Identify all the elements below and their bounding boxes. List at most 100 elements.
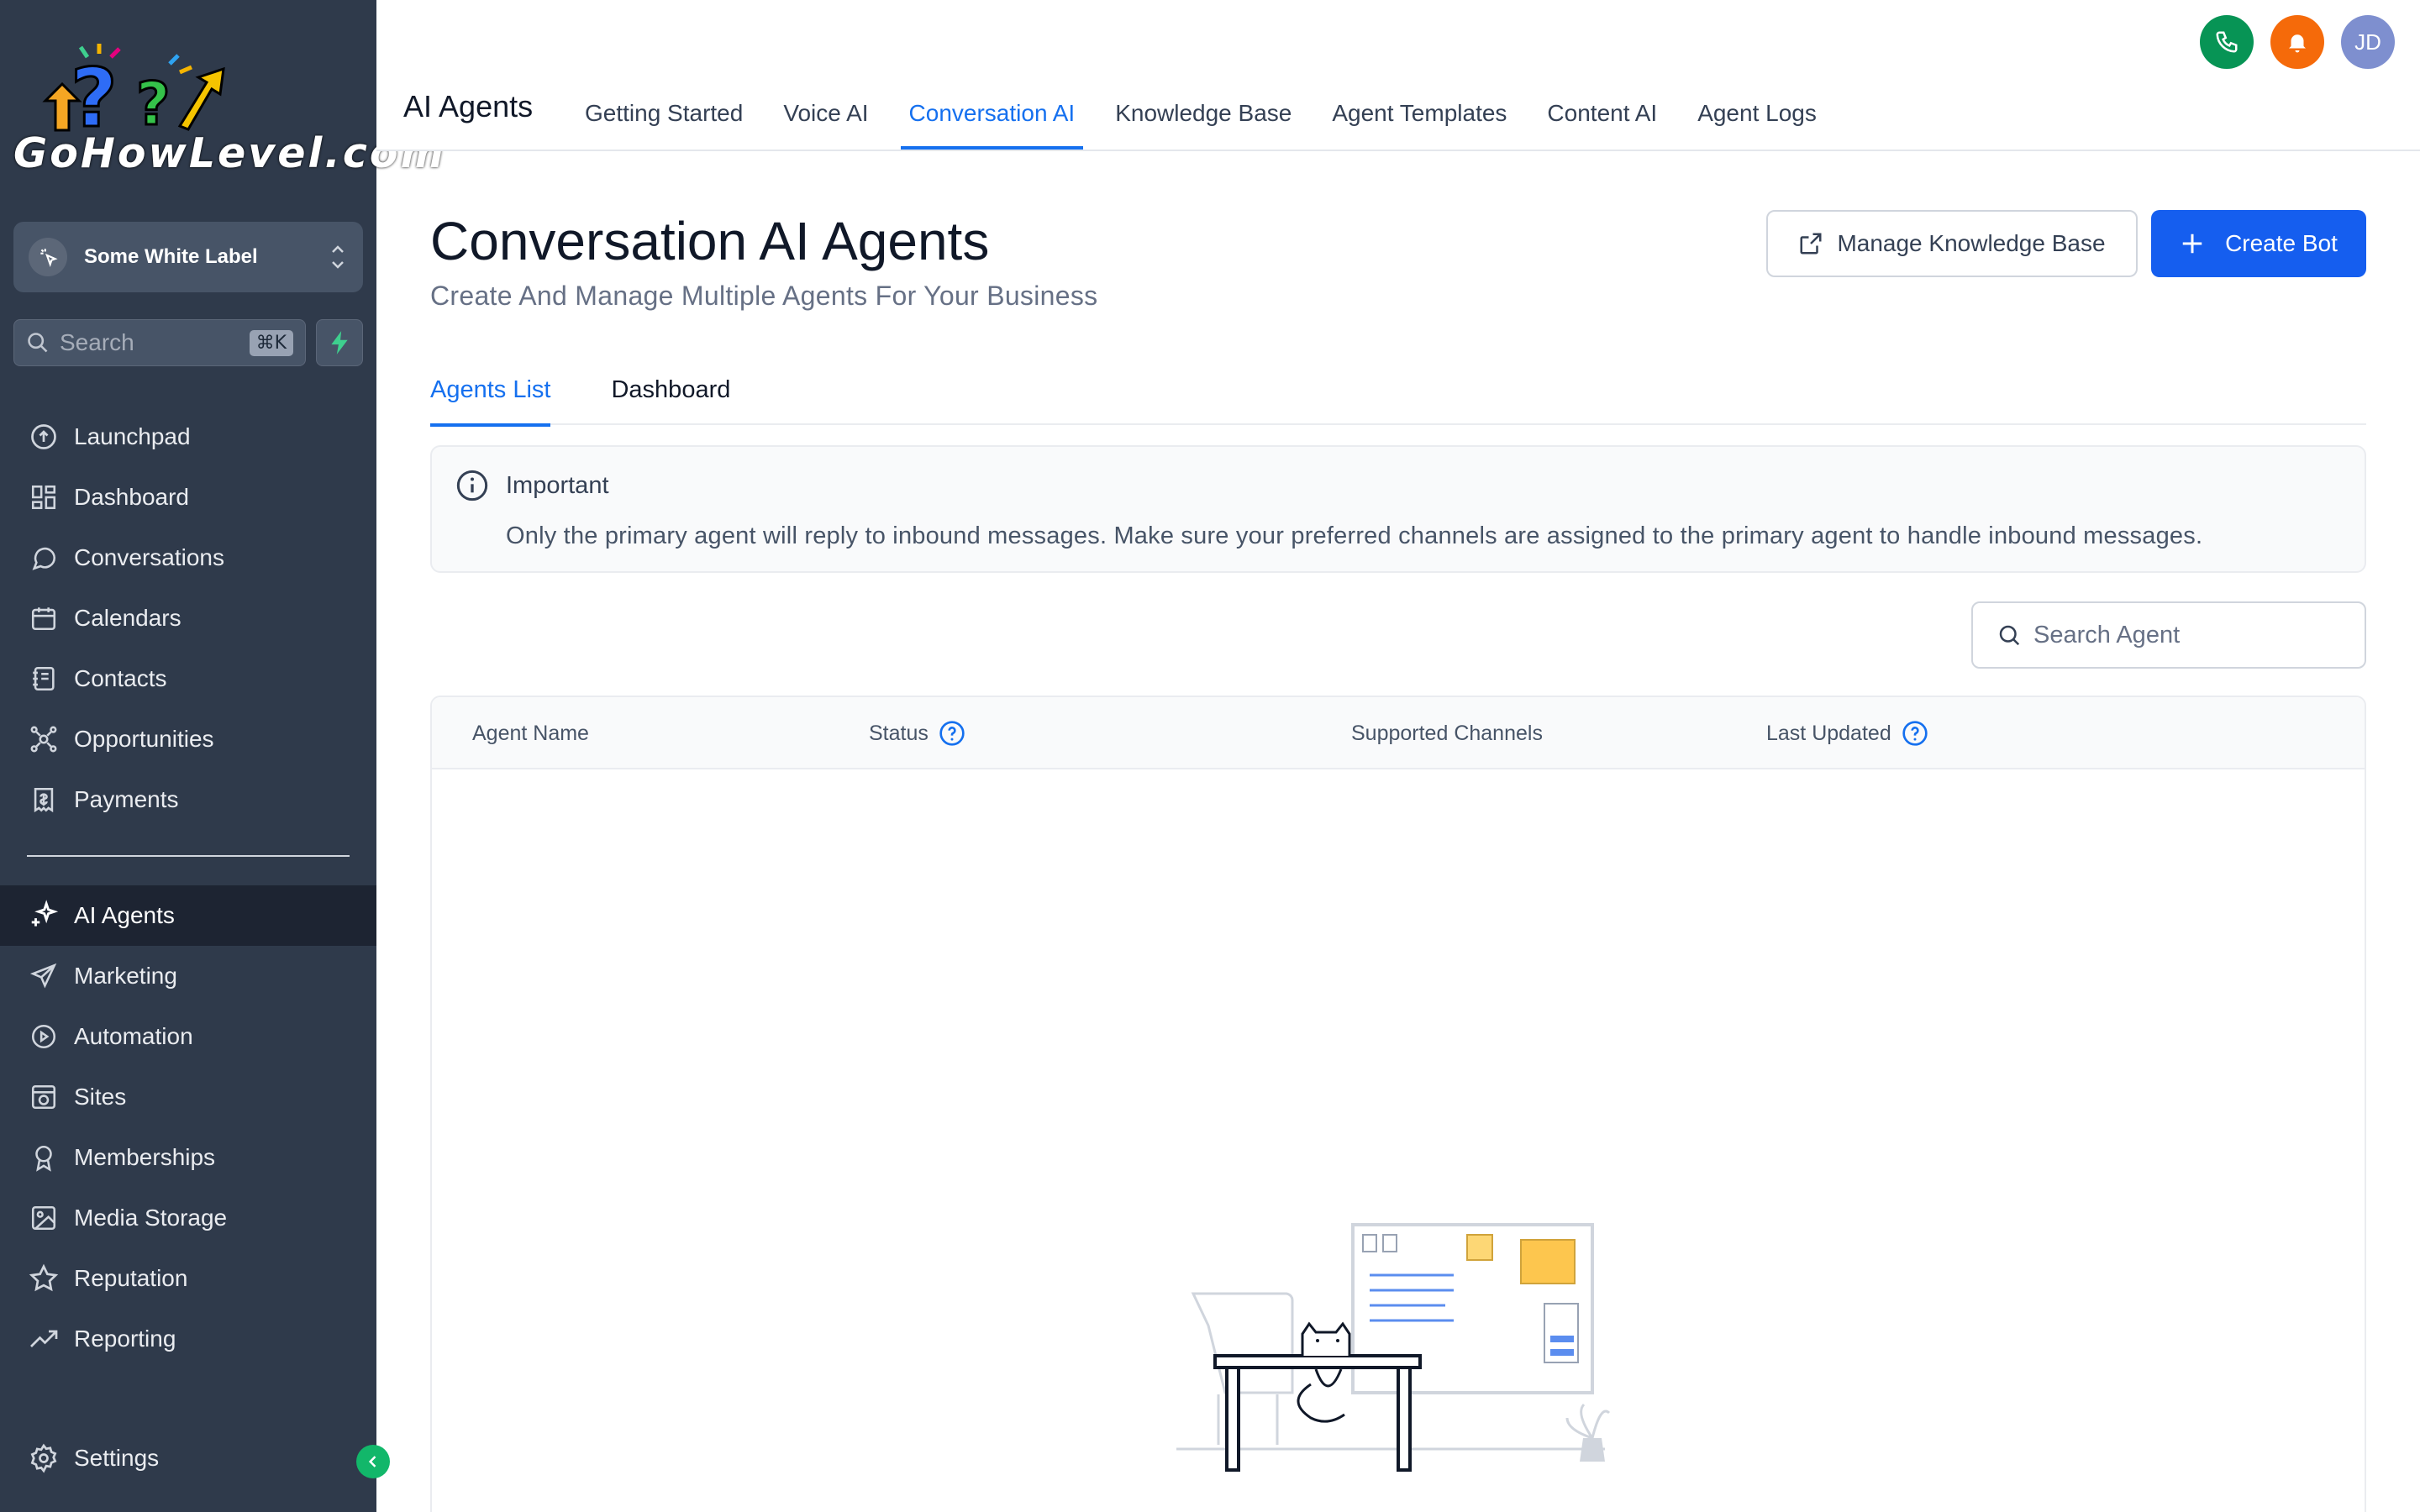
payments-icon	[27, 783, 60, 816]
search-agent-field[interactable]	[1971, 601, 2366, 669]
chevron-up-down-icon	[332, 245, 344, 269]
sidebar-item-label: Media Storage	[74, 1205, 228, 1231]
image-icon	[27, 1201, 60, 1235]
tab-agent-logs[interactable]: Agent Logs	[1677, 77, 1837, 150]
section-tabs: Getting Started Voice AI Conversation AI…	[565, 77, 1837, 150]
brand-logo[interactable]: ? ? GoHowLevel.com	[12, 42, 446, 193]
sidebar-item-media-storage[interactable]: Media Storage	[0, 1188, 376, 1248]
create-bot-label: Create Bot	[2225, 230, 2338, 256]
notice-title: Important	[506, 472, 609, 499]
tab-content-ai[interactable]: Content AI	[1527, 77, 1677, 150]
tab-voice-ai[interactable]: Voice AI	[763, 77, 888, 150]
search-icon	[1999, 625, 2020, 646]
sidebar-item-label: Dashboard	[74, 484, 189, 510]
tab-dashboard[interactable]: Dashboard	[611, 365, 730, 425]
column-header-last-updated[interactable]: Last Updated	[1766, 697, 1928, 769]
tab-getting-started[interactable]: Getting Started	[565, 77, 763, 150]
svg-text:?: ?	[71, 51, 118, 134]
sidebar-item-label: Conversations	[74, 544, 224, 570]
table-header: Agent Name Status Supported Channels Las…	[432, 697, 2365, 769]
dashboard-icon	[27, 480, 60, 514]
column-header-label: Agent Name	[472, 721, 589, 745]
sidebar-item-conversations[interactable]: Conversations	[0, 528, 376, 588]
sidebar-search-input[interactable]	[60, 329, 245, 356]
sidebar-item-label: Settings	[74, 1445, 160, 1471]
page-title: Conversation AI Agents	[430, 211, 990, 271]
sidebar-item-contacts[interactable]: Contacts	[0, 648, 376, 709]
sidebar-item-payments[interactable]: Payments	[0, 769, 376, 830]
tab-agent-templates[interactable]: Agent Templates	[1312, 77, 1527, 150]
important-notice: Important Only the primary agent will re…	[430, 445, 2366, 573]
manage-knowledge-base-button[interactable]: Manage Knowledge Base	[1766, 210, 2138, 277]
send-icon	[27, 959, 60, 993]
sidebar-item-opportunities[interactable]: Opportunities	[0, 709, 376, 769]
sidebar-nav-footer: Settings	[0, 1428, 376, 1488]
page-subtitle: Create And Manage Multiple Agents For Yo…	[430, 281, 1098, 311]
launchpad-icon	[27, 420, 60, 454]
sidebar-item-dashboard[interactable]: Dashboard	[0, 467, 376, 528]
sparkle-icon	[27, 899, 60, 932]
column-header-agent-name[interactable]: Agent Name	[472, 697, 589, 769]
column-header-label: Supported Channels	[1351, 721, 1543, 745]
sidebar-item-memberships[interactable]: Memberships	[0, 1127, 376, 1188]
logo-text: GoHowLevel.com	[13, 129, 446, 177]
sidebar-item-label: Opportunities	[74, 726, 214, 752]
sidebar-item-launchpad[interactable]: Launchpad	[0, 407, 376, 467]
sidebar-search[interactable]: ⌘K	[13, 319, 306, 366]
column-header-label: Last Updated	[1766, 721, 1891, 745]
sidebar-item-label: Automation	[74, 1023, 193, 1049]
lightning-bolt-icon	[331, 331, 348, 354]
sidebar-item-automation[interactable]: Automation	[0, 1006, 376, 1067]
calendar-icon	[27, 601, 60, 635]
avatar[interactable]: JD	[2341, 15, 2395, 69]
automation-icon	[27, 1020, 60, 1053]
phone-button[interactable]	[2200, 15, 2254, 69]
column-header-label: Status	[869, 721, 929, 745]
quick-actions-button[interactable]	[316, 319, 363, 366]
sidebar-item-ai-agents[interactable]: AI Agents	[0, 885, 376, 946]
sidebar-item-label: Sites	[74, 1084, 127, 1110]
search-agent-input[interactable]	[2033, 621, 2336, 649]
sidebar-item-marketing[interactable]: Marketing	[0, 946, 376, 1006]
chevron-left-icon	[368, 1456, 376, 1467]
bell-icon	[2289, 34, 2306, 53]
phone-icon	[2216, 31, 2238, 53]
sidebar-item-reputation[interactable]: Reputation	[0, 1248, 376, 1309]
account-switcher-label: Some White Label	[84, 245, 258, 268]
notifications-button[interactable]	[2270, 15, 2324, 69]
sidebar-item-label: Marketing	[74, 963, 177, 989]
help-circle-icon[interactable]	[1902, 720, 1928, 747]
column-header-status[interactable]: Status	[869, 697, 965, 769]
manage-knowledge-base-label: Manage Knowledge Base	[1837, 230, 2106, 256]
gear-icon	[27, 1441, 60, 1475]
sidebar-item-label: Launchpad	[74, 423, 191, 449]
tab-knowledge-base[interactable]: Knowledge Base	[1095, 77, 1312, 150]
sidebar-item-reporting[interactable]: Reporting	[0, 1309, 376, 1369]
column-header-supported-channels[interactable]: Supported Channels	[1351, 697, 1543, 769]
sidebar-item-label: Reputation	[74, 1265, 188, 1291]
agents-tabs: Agents List Dashboard	[430, 365, 2366, 427]
external-link-icon	[1800, 233, 1822, 255]
sidebar-divider	[27, 855, 350, 857]
pointer-click-icon	[29, 238, 67, 276]
collapse-sidebar-button[interactable]	[356, 1445, 390, 1478]
create-bot-button[interactable]: Create Bot	[2151, 210, 2366, 277]
tab-agents-list[interactable]: Agents List	[430, 365, 551, 427]
sidebar-item-sites[interactable]: Sites	[0, 1067, 376, 1127]
contacts-icon	[27, 662, 60, 696]
sidebar-item-label: Payments	[74, 786, 179, 812]
help-circle-icon[interactable]	[939, 720, 965, 747]
empty-state-illustration	[1176, 1223, 1611, 1472]
sidebar-item-label: Reporting	[74, 1326, 176, 1352]
sidebar-nav-primary: Launchpad Dashboard Conversations Calend…	[0, 407, 376, 830]
sidebar-item-settings[interactable]: Settings	[0, 1428, 376, 1488]
sidebar-item-label: AI Agents	[74, 902, 175, 928]
search-shortcut-badge: ⌘K	[249, 329, 293, 356]
trend-icon	[27, 1322, 60, 1356]
sidebar-item-label: Memberships	[74, 1144, 216, 1170]
top-actions: JD	[2200, 15, 2395, 69]
sidebar-item-calendars[interactable]: Calendars	[0, 588, 376, 648]
account-switcher[interactable]: Some White Label	[13, 222, 363, 292]
sidebar: ? ? GoHowLevel.com Some White Label ⌘K	[0, 0, 446, 1512]
tab-conversation-ai[interactable]: Conversation AI	[889, 77, 1096, 150]
